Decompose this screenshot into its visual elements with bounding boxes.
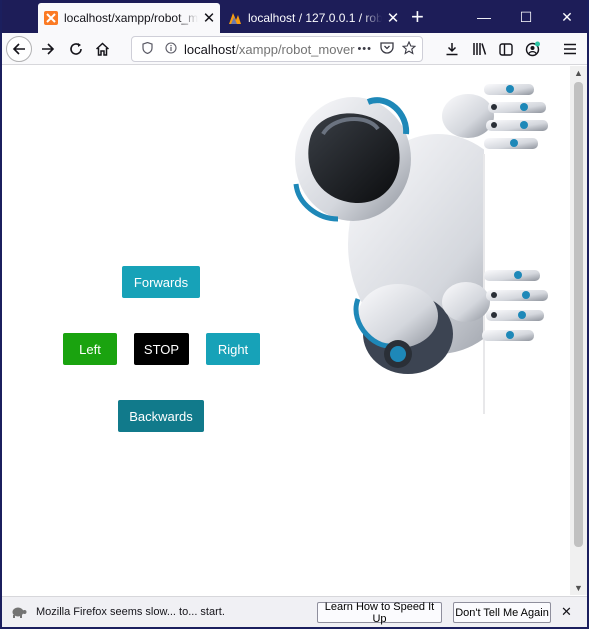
xampp-icon bbox=[44, 11, 58, 25]
pocket-icon[interactable] bbox=[380, 41, 394, 57]
tab-phpmyadmin[interactable]: localhost / 127.0.0.1 / robot_ ✕ bbox=[222, 3, 404, 33]
home-icon bbox=[95, 42, 109, 56]
navigation-toolbar: localhost /xampp/robot_mover ••• bbox=[0, 33, 589, 65]
url-bar[interactable]: localhost /xampp/robot_mover ••• bbox=[131, 36, 423, 62]
scroll-up-icon[interactable]: ▲ bbox=[570, 66, 587, 80]
maximize-icon[interactable]: ☐ bbox=[506, 0, 546, 34]
bookmark-star-icon[interactable] bbox=[401, 40, 417, 58]
reload-button[interactable] bbox=[64, 37, 88, 61]
turtle-icon bbox=[12, 607, 27, 618]
tab-title: localhost/xampp/robot_mov bbox=[64, 11, 198, 25]
minimize-icon[interactable]: — bbox=[464, 0, 504, 34]
url-path: /xampp/robot_mover bbox=[235, 41, 355, 57]
new-tab-button[interactable]: + bbox=[411, 6, 424, 28]
forwards-button[interactable]: Forwards bbox=[122, 266, 200, 298]
close-tab-icon[interactable]: ✕ bbox=[198, 9, 220, 27]
hamburger-menu-icon bbox=[564, 43, 576, 55]
notification-message: Mozilla Firefox seems slow... to... star… bbox=[36, 606, 225, 618]
library-button[interactable] bbox=[467, 37, 491, 61]
download-icon bbox=[446, 43, 458, 56]
tab-robot-mover[interactable]: localhost/xampp/robot_mov ✕ bbox=[38, 3, 220, 33]
forward-arrow-icon bbox=[42, 43, 55, 55]
library-icon bbox=[472, 43, 486, 55]
back-arrow-icon bbox=[12, 43, 25, 55]
sidebar-icon bbox=[499, 42, 513, 56]
dont-tell-again-button[interactable]: Don't Tell Me Again bbox=[453, 602, 551, 623]
scrollbar-thumb[interactable] bbox=[574, 82, 583, 547]
sidebar-button[interactable] bbox=[494, 37, 518, 61]
scroll-down-icon[interactable]: ▼ bbox=[570, 581, 587, 595]
shield-icon[interactable] bbox=[138, 41, 156, 57]
downloads-button[interactable] bbox=[440, 37, 464, 61]
robot-illustration bbox=[293, 84, 548, 414]
learn-speed-button[interactable]: Learn How to Speed It Up bbox=[317, 601, 442, 625]
page-content: Forwards Left STOP Right Backwards bbox=[0, 66, 570, 595]
close-tab-icon[interactable]: ✕ bbox=[382, 9, 404, 27]
url-host: localhost bbox=[184, 41, 236, 57]
account-icon bbox=[525, 41, 540, 57]
phpmyadmin-icon bbox=[229, 13, 241, 24]
slow-startup-notification: Mozilla Firefox seems slow... to... star… bbox=[0, 596, 589, 627]
vertical-scrollbar[interactable]: ▲ ▼ bbox=[570, 66, 587, 595]
backwards-button[interactable]: Backwards bbox=[118, 400, 204, 432]
forward-button[interactable] bbox=[36, 37, 60, 61]
tab-title: localhost / 127.0.0.1 / robot_ bbox=[248, 11, 382, 25]
menu-button[interactable] bbox=[558, 37, 582, 61]
info-icon[interactable] bbox=[162, 41, 180, 57]
window-close-icon[interactable]: ✕ bbox=[547, 0, 587, 34]
notification-close-icon[interactable]: ✕ bbox=[561, 604, 572, 620]
page-actions-icon[interactable]: ••• bbox=[357, 43, 372, 55]
back-button[interactable] bbox=[6, 36, 32, 62]
right-button[interactable]: Right bbox=[206, 333, 260, 365]
left-button[interactable]: Left bbox=[63, 333, 117, 365]
tab-bar: localhost/xampp/robot_mov ✕ localhost / … bbox=[0, 0, 589, 34]
home-button[interactable] bbox=[90, 37, 114, 61]
reload-icon bbox=[70, 43, 82, 55]
account-button[interactable] bbox=[521, 37, 545, 61]
stop-button[interactable]: STOP bbox=[134, 333, 189, 365]
